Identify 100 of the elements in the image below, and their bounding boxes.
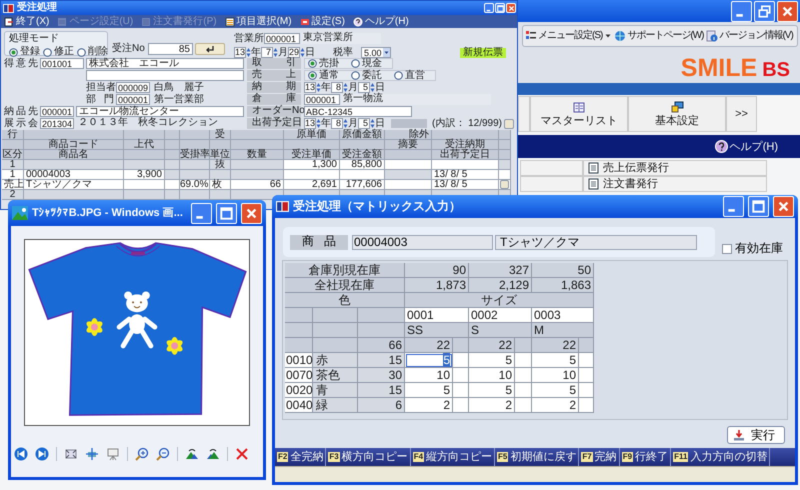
table-cell: 青 bbox=[313, 383, 358, 398]
quantity-field[interactable]: 2 bbox=[532, 398, 579, 413]
radio-option[interactable]: 通常 bbox=[308, 70, 339, 80]
zoom-out-icon[interactable] bbox=[156, 447, 170, 461]
next-icon[interactable] bbox=[35, 447, 49, 461]
caret-icon[interactable] bbox=[383, 48, 390, 57]
table-cell: M bbox=[532, 323, 594, 338]
nav-button[interactable]: マスターリスト bbox=[530, 96, 628, 132]
code-field[interactable]: 000001 bbox=[116, 94, 150, 105]
radio-icon[interactable] bbox=[351, 59, 360, 68]
table-cell: 1,873 bbox=[405, 278, 469, 293]
spin-field[interactable]: 7 bbox=[261, 47, 273, 58]
quantity-field[interactable]: 2 bbox=[405, 398, 453, 413]
radio-option[interactable]: 現金 bbox=[351, 58, 382, 68]
menu-item[interactable]: 注文書発行 bbox=[583, 176, 767, 192]
code-field[interactable]: 000001 bbox=[304, 94, 340, 105]
spin-field[interactable]: 8 bbox=[330, 118, 343, 129]
quantity-field[interactable]: 5 bbox=[469, 353, 515, 368]
text-field[interactable]: ABC-12345 bbox=[304, 106, 412, 117]
menu-item[interactable]: 設定(S) bbox=[300, 16, 345, 27]
close-icon[interactable] bbox=[777, 200, 790, 213]
nav-button[interactable]: >> bbox=[726, 96, 757, 132]
menu-item[interactable]: 終了(X) bbox=[4, 16, 50, 27]
radio-icon[interactable] bbox=[394, 71, 403, 80]
slideshow-icon[interactable] bbox=[106, 447, 120, 461]
toolbar-button[interactable]: バージョン情報(V) bbox=[706, 30, 793, 42]
maximize-button[interactable] bbox=[748, 196, 769, 217]
spin-field[interactable]: 29 bbox=[288, 47, 300, 58]
spin-field[interactable]: 13 bbox=[234, 47, 246, 58]
toolbar-button[interactable]: サポートページ(W) bbox=[614, 30, 704, 42]
radio-option[interactable]: 修正 bbox=[43, 47, 74, 57]
maximize-button[interactable] bbox=[216, 202, 237, 224]
maximize-icon[interactable] bbox=[220, 206, 233, 220]
radio-icon[interactable] bbox=[77, 48, 86, 56]
radio-option[interactable]: 直営 bbox=[394, 70, 425, 80]
code-field[interactable]: 001001 bbox=[40, 58, 84, 69]
tax-dropdown[interactable]: 5.00 bbox=[361, 47, 391, 58]
quantity-field[interactable]: 5 bbox=[532, 353, 579, 368]
name-field[interactable]: 株式会社 エコール bbox=[86, 58, 244, 69]
app-icon bbox=[276, 201, 289, 212]
radio-icon[interactable] bbox=[351, 71, 360, 80]
rotate-right-icon[interactable] bbox=[185, 447, 199, 461]
move-icon[interactable] bbox=[85, 447, 99, 461]
run-button[interactable]: 実行 bbox=[727, 426, 785, 444]
toolbar-button[interactable]: メニュー設定(S) bbox=[525, 30, 612, 42]
restore-button[interactable] bbox=[754, 0, 775, 22]
spin-field[interactable]: 5 bbox=[358, 118, 370, 129]
code-field[interactable]: 000001 bbox=[264, 33, 300, 44]
minimize-button[interactable] bbox=[191, 202, 212, 224]
spin-field[interactable]: 13 bbox=[304, 118, 316, 129]
spin-field[interactable]: 13 bbox=[304, 82, 316, 93]
nav-button[interactable]: 基本設定 bbox=[628, 96, 726, 132]
previous-icon[interactable] bbox=[14, 447, 28, 461]
spin-field[interactable]: 8 bbox=[331, 82, 343, 93]
radio-option[interactable]: 委託 bbox=[351, 70, 382, 80]
checkbox[interactable] bbox=[722, 244, 732, 254]
delete-icon[interactable] bbox=[235, 447, 249, 461]
quantity-field[interactable]: 2 bbox=[469, 398, 515, 413]
quantity-field[interactable]: 5 bbox=[405, 383, 453, 398]
menu-item[interactable]: 売上伝票発行 bbox=[583, 160, 767, 176]
menu-item[interactable]: 項目選択(M) bbox=[224, 16, 292, 27]
enter-icon[interactable] bbox=[205, 45, 215, 53]
table-cell bbox=[579, 383, 594, 398]
name-field[interactable]: エコール物流センター bbox=[76, 106, 244, 117]
close-button[interactable] bbox=[773, 196, 794, 217]
help-link[interactable]: ヘルプ(H) bbox=[714, 140, 778, 153]
radio-option[interactable]: 削除 bbox=[77, 47, 108, 57]
close-button[interactable] bbox=[777, 0, 798, 22]
radio-icon[interactable] bbox=[43, 48, 52, 56]
zoom-in-icon[interactable] bbox=[135, 447, 149, 461]
small-button[interactable] bbox=[504, 118, 514, 128]
close-icon[interactable] bbox=[245, 206, 258, 220]
radio-icon[interactable] bbox=[9, 48, 18, 56]
radio-option[interactable]: 登録 bbox=[9, 47, 40, 57]
menu-item[interactable]: ヘルプ(H) bbox=[352, 16, 409, 27]
checkbox-option[interactable]: 有効在庫 bbox=[722, 242, 783, 255]
close-button[interactable] bbox=[241, 202, 262, 224]
quantity-field[interactable]: 5 bbox=[405, 353, 453, 368]
minimize-button[interactable] bbox=[731, 0, 752, 22]
order-number-field[interactable]: 85 bbox=[148, 43, 193, 55]
rotate-left-icon[interactable] bbox=[206, 447, 220, 461]
radio-option[interactable]: 売掛 bbox=[308, 58, 339, 68]
quantity-field[interactable]: 5 bbox=[532, 383, 579, 398]
quantity-field[interactable]: 10 bbox=[532, 368, 579, 383]
quantity-field[interactable]: 10 bbox=[469, 368, 515, 383]
maximize-icon[interactable] bbox=[752, 200, 765, 213]
close-icon[interactable] bbox=[781, 4, 794, 18]
code-field[interactable]: 201304 bbox=[40, 118, 74, 129]
code-field[interactable]: 000001 bbox=[40, 106, 74, 117]
radio-icon[interactable] bbox=[308, 71, 317, 80]
enter-button[interactable] bbox=[195, 43, 225, 55]
restore-icon[interactable] bbox=[758, 4, 771, 18]
fit-icon[interactable] bbox=[64, 447, 78, 461]
radio-icon[interactable] bbox=[308, 59, 317, 68]
quantity-field[interactable]: 10 bbox=[405, 368, 453, 383]
minimize-button[interactable] bbox=[723, 196, 744, 217]
name-field[interactable] bbox=[86, 70, 244, 81]
quantity-field[interactable]: 5 bbox=[469, 383, 515, 398]
code-field[interactable]: 000009 bbox=[116, 82, 150, 93]
spin-field[interactable]: 5 bbox=[358, 82, 370, 93]
